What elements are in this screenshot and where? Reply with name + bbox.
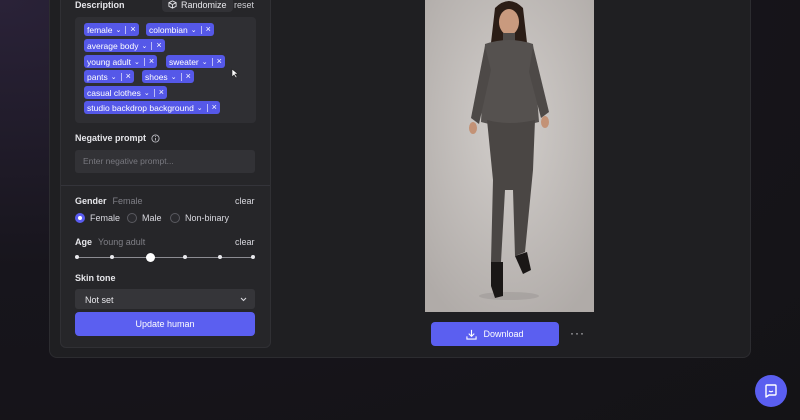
age-slider-step[interactable] <box>110 255 114 259</box>
gender-header: Gender Female <box>75 196 143 206</box>
chat-icon <box>765 384 777 398</box>
age-value: Young adult <box>98 237 146 247</box>
gender-option-non-binary[interactable]: Non-binary <box>170 213 229 223</box>
age-slider-step[interactable] <box>251 255 255 259</box>
negative-prompt-input[interactable]: Enter negative prompt... <box>75 150 255 173</box>
tag-label: sweater <box>169 56 199 67</box>
tag-label: pants <box>87 71 108 82</box>
tag-chip[interactable]: average body ⌄ × <box>84 39 165 52</box>
info-icon[interactable] <box>151 133 160 143</box>
chevron-down-icon[interactable]: ⌄ <box>111 73 117 81</box>
gender-option-label: Non-binary <box>185 213 230 223</box>
tag-separator <box>153 88 155 97</box>
chevron-down-icon[interactable]: ⌄ <box>191 26 197 34</box>
age-slider-step[interactable] <box>218 255 222 259</box>
gender-option-label: Female <box>90 213 121 223</box>
age-label: Age <box>75 237 93 247</box>
chevron-down-icon[interactable]: ⌄ <box>144 89 150 97</box>
tag-chip[interactable]: studio backdrop background ⌄ × <box>84 101 220 114</box>
tag-chip[interactable]: young adult ⌄ × <box>84 55 158 68</box>
chevron-down-icon <box>240 297 247 302</box>
close-icon[interactable]: × <box>156 41 161 50</box>
skin-tone-label: Skin tone <box>75 273 116 283</box>
mouse-cursor-icon <box>231 68 239 79</box>
section-divider <box>61 185 270 186</box>
tag-separator <box>151 41 153 50</box>
tag-chip[interactable]: pants ⌄ × <box>84 70 134 83</box>
tag-label: casual clothes <box>87 87 141 98</box>
tag-label: shoes <box>145 71 168 82</box>
download-button[interactable]: Download <box>431 322 559 346</box>
person-figure-illustration <box>425 0 594 312</box>
radio-selected[interactable] <box>75 213 85 223</box>
close-icon[interactable]: × <box>206 25 211 34</box>
close-icon[interactable]: × <box>217 57 222 66</box>
reset-link[interactable]: reset <box>234 0 254 10</box>
skin-tone-select[interactable]: Not set <box>75 289 255 309</box>
tag-separator <box>125 25 127 34</box>
tag-chip[interactable]: sweater ⌄ × <box>166 55 225 68</box>
download-icon <box>466 329 478 340</box>
cube-icon <box>168 0 177 9</box>
randomize-button[interactable]: Randomize <box>162 0 233 12</box>
download-label: Download <box>483 329 524 339</box>
chevron-down-icon[interactable]: ⌄ <box>134 58 140 66</box>
close-icon[interactable]: × <box>212 103 217 112</box>
gender-value: Female <box>112 196 143 206</box>
more-icon[interactable]: ··· <box>570 326 585 340</box>
negative-prompt-label: Negative prompt <box>75 133 147 143</box>
age-slider-thumb[interactable] <box>146 253 155 262</box>
generated-image <box>425 0 594 312</box>
chevron-down-icon[interactable]: ⌄ <box>142 42 148 50</box>
chevron-down-icon[interactable]: ⌄ <box>171 73 177 81</box>
tag-label: young adult <box>87 56 131 67</box>
tag-separator <box>120 72 122 81</box>
close-icon[interactable]: × <box>159 88 164 97</box>
radio-unselected[interactable] <box>170 213 180 223</box>
radio-unselected[interactable] <box>127 213 137 223</box>
negative-prompt-header: Negative prompt <box>75 133 160 143</box>
close-icon[interactable]: × <box>186 72 191 81</box>
chevron-down-icon[interactable]: ⌄ <box>202 58 208 66</box>
close-icon[interactable]: × <box>130 25 135 34</box>
update-human-button[interactable]: Update human <box>75 312 255 336</box>
tag-chip[interactable]: colombian ⌄ × <box>146 23 214 36</box>
chevron-down-icon[interactable]: ⌄ <box>197 104 203 112</box>
gender-option-female[interactable]: Female <box>75 213 120 223</box>
age-clear-link[interactable]: clear <box>235 237 255 247</box>
randomize-label: Randomize <box>181 0 227 10</box>
age-slider-track[interactable] <box>76 257 254 258</box>
age-slider-step[interactable] <box>183 255 187 259</box>
chat-button[interactable] <box>755 375 787 407</box>
tag-separator <box>200 25 202 34</box>
tag-chip[interactable]: casual clothes ⌄ × <box>84 86 168 99</box>
tag-chip[interactable]: female ⌄ × <box>84 23 139 36</box>
gender-label: Gender <box>75 196 107 206</box>
gender-option-male[interactable]: Male <box>127 213 162 223</box>
gender-option-label: Male <box>142 213 162 223</box>
update-human-label: Update human <box>135 319 195 329</box>
tag-separator <box>211 57 213 66</box>
tag-separator <box>143 57 145 66</box>
tag-separator <box>206 103 208 112</box>
tag-separator <box>180 72 182 81</box>
age-slider-step[interactable] <box>75 255 79 259</box>
tag-label: colombian <box>149 24 188 35</box>
tag-chip[interactable]: shoes ⌄ × <box>142 70 194 83</box>
close-icon[interactable]: × <box>126 72 131 81</box>
skin-tone-value: Not set <box>85 295 114 305</box>
tag-label: average body <box>87 40 139 51</box>
gender-clear-link[interactable]: clear <box>235 196 255 206</box>
tag-label: studio backdrop background <box>87 102 194 113</box>
description-label: Description <box>75 0 125 10</box>
tag-label: female <box>87 24 113 35</box>
chevron-down-icon[interactable]: ⌄ <box>116 26 122 34</box>
close-icon[interactable]: × <box>149 57 154 66</box>
age-header: Age Young adult <box>75 237 145 247</box>
